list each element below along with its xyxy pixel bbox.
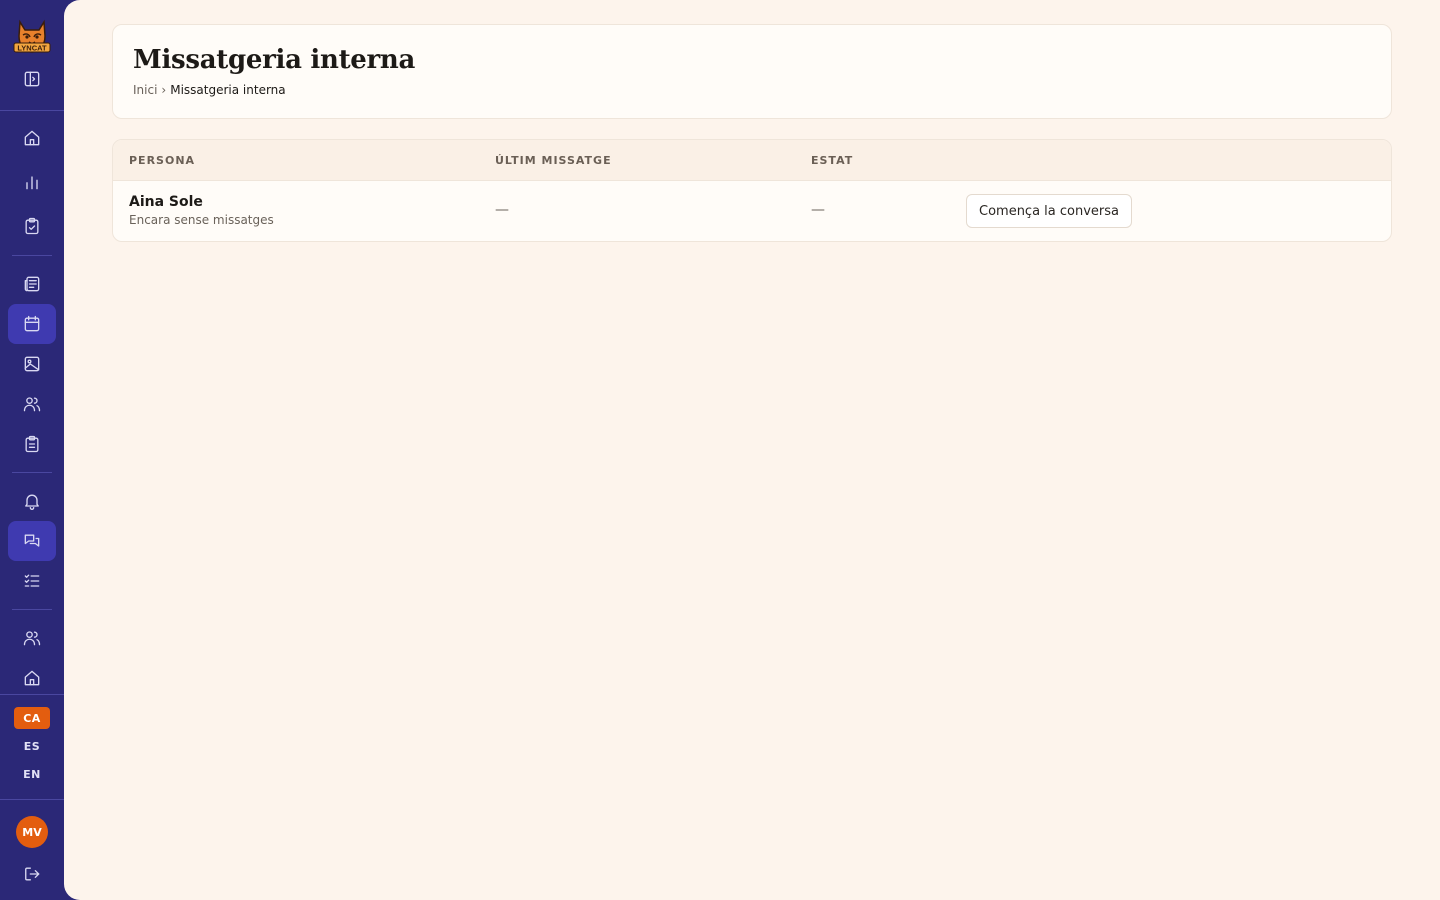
home-icon: [24, 130, 40, 146]
sidebar-item-home[interactable]: [8, 118, 56, 158]
start-conversation-button[interactable]: Comença la conversa: [966, 194, 1133, 228]
home-icon: [24, 670, 40, 686]
clipboard-list-icon: [25, 435, 39, 453]
sidebar-divider: [0, 799, 64, 800]
language-ca-button[interactable]: CA: [14, 707, 50, 729]
language-en-button[interactable]: EN: [14, 763, 50, 785]
calendar-icon: [24, 315, 40, 332]
logout-button[interactable]: [8, 854, 56, 894]
users-icon: [23, 397, 41, 412]
sidebar-item-tasks[interactable]: [8, 206, 56, 246]
sidebar-item-notifications[interactable]: [8, 481, 56, 521]
logout-icon: [25, 867, 40, 881]
sidebar-item-stats[interactable]: [8, 162, 56, 202]
newspaper-icon: [24, 276, 40, 292]
sidebar-item-checklist[interactable]: [8, 561, 56, 601]
sidebar: LYNCAT CA ES EN MV: [0, 0, 64, 900]
sidebar-item-team[interactable]: [8, 618, 56, 658]
sidebar-divider: [12, 472, 52, 473]
breadcrumb-current: Missatgeria interna: [170, 83, 286, 97]
person-name: Aina Sole: [129, 194, 203, 210]
breadcrumb: Inici › Missatgeria interna: [133, 83, 286, 97]
sidebar-item-calendar[interactable]: [8, 304, 56, 344]
sidebar-item-lists[interactable]: [8, 424, 56, 464]
sidebar-item-news[interactable]: [8, 264, 56, 304]
column-header-last-message: ÚLTIM MISSATGE: [495, 154, 612, 167]
page-header: Missatgeria interna Inici › Missatgeria …: [112, 24, 1392, 119]
status-cell: —: [811, 202, 825, 218]
sidebar-divider: [0, 694, 64, 695]
sidebar-toggle-button[interactable]: [8, 59, 56, 99]
sidebar-item-people[interactable]: [8, 384, 56, 424]
conversations-table: PERSONA ÚLTIM MISSATGE ESTAT Aina Sole E…: [112, 139, 1392, 242]
table-header: PERSONA ÚLTIM MISSATGE ESTAT: [113, 140, 1391, 181]
messages-icon: [24, 534, 40, 547]
main-content: Missatgeria interna Inici › Missatgeria …: [64, 0, 1440, 900]
sidebar-item-house[interactable]: [8, 658, 56, 698]
breadcrumb-home-link[interactable]: Inici: [133, 83, 157, 97]
sidebar-item-gallery[interactable]: [8, 344, 56, 384]
person-cell: Aina Sole Encara sense missatges: [129, 194, 274, 227]
breadcrumb-separator: ›: [161, 83, 167, 97]
lyncat-logo[interactable]: LYNCAT: [12, 16, 52, 56]
page-title: Missatgeria interna: [133, 45, 416, 75]
column-header-person: PERSONA: [129, 154, 196, 167]
bell-icon: [25, 494, 39, 510]
sidebar-divider: [12, 255, 52, 256]
sidebar-divider: [0, 110, 64, 111]
sidebar-divider: [12, 609, 52, 610]
sidebar-toggle-icon: [24, 71, 40, 87]
bar-chart-icon: [26, 176, 38, 190]
image-icon: [24, 356, 40, 372]
language-es-button[interactable]: ES: [14, 735, 50, 757]
users-icon: [23, 631, 41, 646]
checklist-icon: [24, 574, 40, 587]
avatar[interactable]: MV: [16, 816, 48, 848]
logo-text: LYNCAT: [17, 44, 47, 53]
clipboard-check-icon: [25, 217, 39, 235]
column-header-status: ESTAT: [811, 154, 854, 167]
last-message-cell: —: [495, 202, 509, 218]
sidebar-item-messages[interactable]: [8, 521, 56, 561]
person-subtitle: Encara sense missatges: [129, 213, 274, 227]
